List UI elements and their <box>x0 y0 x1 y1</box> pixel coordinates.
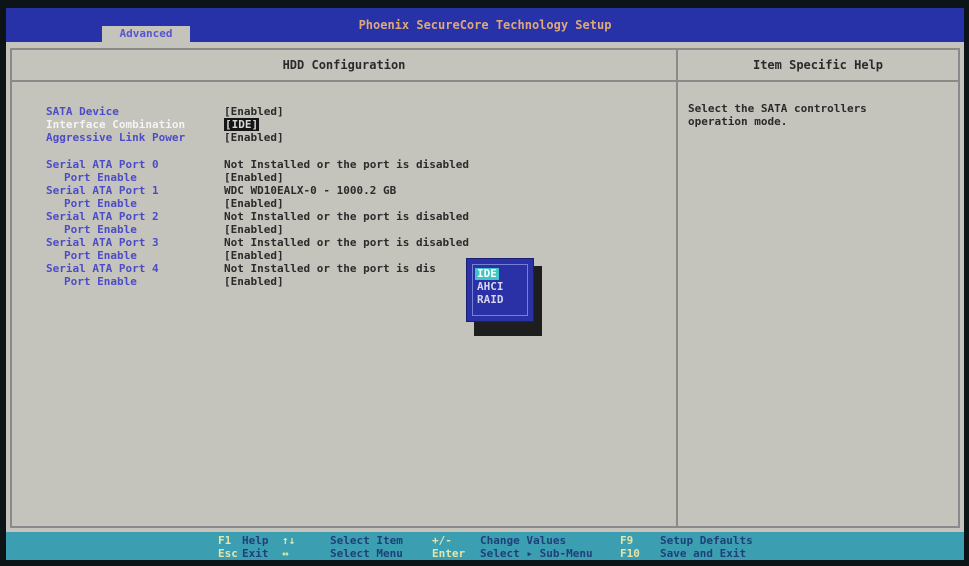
setting-value-port-3: Not Installed or the port is disabled <box>224 236 470 249</box>
popup-option-ahci[interactable]: AHCI <box>477 281 504 293</box>
setting-value-port-enable: [Enabled] <box>224 223 284 236</box>
key-plusminus: +/- <box>432 534 452 547</box>
help-title: Item Specific Help <box>678 50 958 82</box>
setting-row[interactable]: SATA Device <box>46 105 119 119</box>
setting-label-port-1: Serial ATA Port 1 <box>46 184 159 197</box>
setting-value-row: Not Installed or the port is disabled <box>224 158 469 172</box>
panel-divider <box>676 50 678 526</box>
key-updown-desc: Select Item <box>330 534 403 547</box>
setting-value-row[interactable]: [Enabled] <box>224 171 284 185</box>
setting-row[interactable]: Port Enable <box>64 171 137 185</box>
setting-label-port-2: Serial ATA Port 2 <box>46 210 159 223</box>
setting-row[interactable]: Serial ATA Port 1 <box>46 184 159 198</box>
setting-value-row[interactable]: [Enabled] <box>224 223 284 237</box>
setting-value-port-enable: [Enabled] <box>224 275 284 288</box>
help-line-1: Select the SATA controllers <box>688 102 867 115</box>
help-line-2: operation mode. <box>688 115 788 128</box>
key-leftright-desc: Select Menu <box>330 547 403 560</box>
key-f9: F9 <box>620 534 634 547</box>
setting-value-port-enable: [Enabled] <box>224 171 284 184</box>
setting-value-row: Not Installed or the port is disabled <box>224 210 469 224</box>
key-enter: Enter <box>432 547 466 560</box>
setting-value-port-1: WDC WD10EALX-0 - 1000.2 GB <box>224 184 397 197</box>
setting-value-port-2: Not Installed or the port is disabled <box>224 210 470 223</box>
setting-value-row: Not Installed or the port is dis <box>224 262 436 276</box>
tab-advanced[interactable]: Advanced <box>102 26 190 42</box>
setting-row[interactable]: Serial ATA Port 3 <box>46 236 159 250</box>
key-help-bar: F1 Help Esc Exit ↑↓ Select Item ↔ Select… <box>6 532 964 560</box>
key-esc: Esc <box>218 547 238 560</box>
arrow-leftright-icon: ↔ <box>282 547 289 560</box>
setting-row[interactable]: Port Enable <box>64 223 137 237</box>
top-menu-bar: Phoenix SecureCore Technology Setup Adva… <box>6 8 964 42</box>
setting-label-port-enable: Port Enable <box>64 197 137 210</box>
setting-value-row[interactable]: [Enabled] <box>224 275 284 289</box>
key-f10-desc: Save and Exit <box>660 547 747 560</box>
setting-label-port-4: Serial ATA Port 4 <box>46 262 159 275</box>
setting-row[interactable]: Port Enable <box>64 249 137 263</box>
setting-value-sata-device: [Enabled] <box>224 105 284 118</box>
setting-label-port-enable: Port Enable <box>64 275 137 288</box>
setting-value-aggressive-link-power: [Enabled] <box>224 131 284 144</box>
setting-value-row: WDC WD10EALX-0 - 1000.2 GB <box>224 184 396 198</box>
setting-row[interactable]: Port Enable <box>64 197 137 211</box>
panel-title: HDD Configuration <box>12 50 676 82</box>
key-f1-desc: Help <box>242 534 269 547</box>
key-enter-desc: Select ▸ Sub-Menu <box>480 547 593 560</box>
setting-value-port-enable: [Enabled] <box>224 197 284 210</box>
setting-row[interactable]: Serial ATA Port 0 <box>46 158 159 172</box>
setting-value-row[interactable]: [Enabled] <box>224 105 284 119</box>
setting-row-selected[interactable]: Interface Combination <box>46 118 185 132</box>
setting-label-port-0: Serial ATA Port 0 <box>46 158 159 171</box>
setting-row[interactable]: Aggressive Link Power <box>46 131 185 145</box>
setting-value-row: Not Installed or the port is disabled <box>224 236 469 250</box>
key-f1: F1 <box>218 534 232 547</box>
key-plusminus-desc: Change Values <box>480 534 567 547</box>
setting-label-port-enable: Port Enable <box>64 171 137 184</box>
interface-options-popup: IDE AHCI RAID <box>466 258 534 322</box>
setting-label-sata-device: SATA Device <box>46 105 119 118</box>
setting-label-interface-combination: Interface Combination <box>46 118 186 131</box>
setting-label-port-enable: Port Enable <box>64 223 137 236</box>
bios-screen: Phoenix SecureCore Technology Setup Adva… <box>6 8 964 560</box>
setting-value-port-enable: [Enabled] <box>224 249 284 262</box>
popup-option-raid[interactable]: RAID <box>477 294 504 306</box>
setting-label-aggressive-link-power: Aggressive Link Power <box>46 131 186 144</box>
key-esc-desc: Exit <box>242 547 269 560</box>
popup-option-ide[interactable]: IDE <box>475 268 499 280</box>
setting-value-row-selected[interactable]: [IDE] <box>224 118 260 132</box>
setting-label-port-enable: Port Enable <box>64 249 137 262</box>
setting-row[interactable]: Serial ATA Port 4 <box>46 262 159 276</box>
key-f10: F10 <box>620 547 640 560</box>
setting-value-port-4: Not Installed or the port is dis <box>224 262 436 275</box>
setting-value-interface-combination: [IDE] <box>224 118 260 131</box>
arrow-updown-icon: ↑↓ <box>282 534 296 547</box>
setting-value-row[interactable]: [Enabled] <box>224 249 284 263</box>
setting-value-row[interactable]: [Enabled] <box>224 131 284 145</box>
key-f9-desc: Setup Defaults <box>660 534 753 547</box>
help-text: Select the SATA controllers operation mo… <box>688 102 948 128</box>
setting-label-port-3: Serial ATA Port 3 <box>46 236 159 249</box>
setting-row[interactable]: Port Enable <box>64 275 137 289</box>
setting-row[interactable]: Serial ATA Port 2 <box>46 210 159 224</box>
setting-value-port-0: Not Installed or the port is disabled <box>224 158 470 171</box>
setting-value-row[interactable]: [Enabled] <box>224 197 284 211</box>
